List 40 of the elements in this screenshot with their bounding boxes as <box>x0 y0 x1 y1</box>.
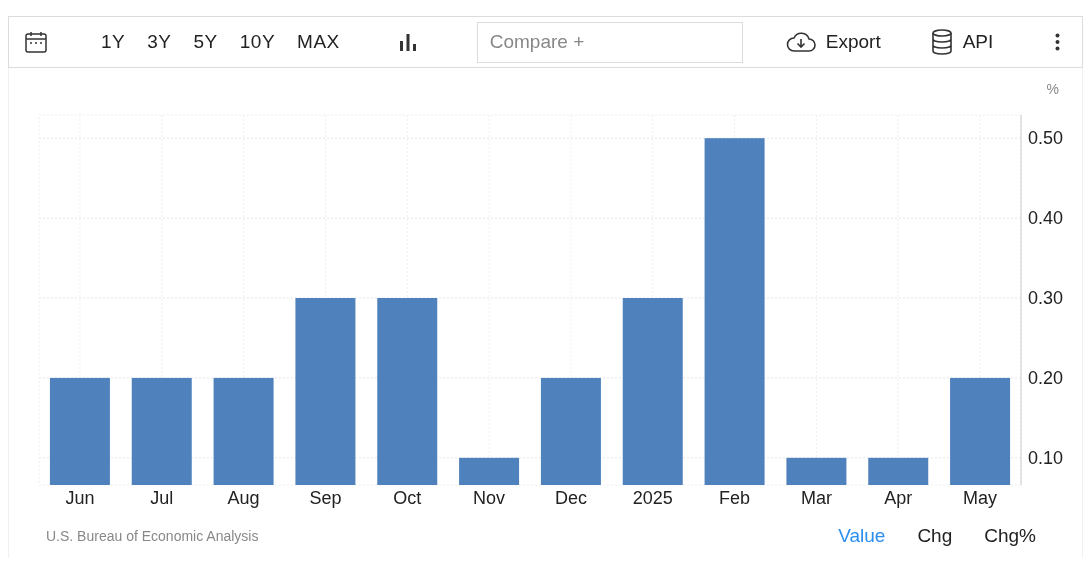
calendar-button[interactable] <box>23 29 49 55</box>
bar <box>868 457 929 485</box>
bar <box>459 457 520 485</box>
compare-field[interactable]: Compare + <box>476 21 743 63</box>
range-tab[interactable]: 5Y <box>193 27 218 57</box>
x-tick-label: Feb <box>719 488 751 508</box>
view-tab[interactable]: Chg% <box>984 522 1036 551</box>
bar-chart-icon <box>397 32 418 52</box>
x-tick-label: Oct <box>393 488 422 508</box>
range-tab[interactable]: MAX <box>297 27 340 57</box>
calendar-icon <box>24 30 48 54</box>
api-button[interactable]: API <box>930 27 994 57</box>
range-tab[interactable]: 1Y <box>101 27 126 57</box>
chart-type-button[interactable] <box>397 32 418 52</box>
unit-label: % <box>1046 81 1059 97</box>
x-tick-label: Mar <box>800 488 832 508</box>
x-tick-label: Jul <box>150 488 174 508</box>
more-icon <box>1054 33 1060 51</box>
x-tick-label: May <box>963 488 998 508</box>
database-icon <box>930 29 953 55</box>
more-menu-button[interactable] <box>1052 33 1062 51</box>
y-tick-label: 0.20 <box>1028 367 1064 388</box>
x-tick-label: Jun <box>65 488 95 508</box>
x-tick-label: Aug <box>227 488 260 508</box>
y-tick-label: 0.50 <box>1028 128 1064 149</box>
view-tab[interactable]: Chg <box>917 522 953 551</box>
source-text: U.S. Bureau of Economic Analysis <box>46 526 259 546</box>
x-tick-label: 2025 <box>632 488 673 508</box>
cloud-download-icon <box>785 31 816 53</box>
x-tick-label: Dec <box>554 488 587 508</box>
bar <box>786 457 847 485</box>
range-tab[interactable]: 3Y <box>147 27 172 57</box>
range-tab[interactable]: 10Y <box>239 27 276 57</box>
x-tick-label: Sep <box>309 488 342 508</box>
y-tick-label: 0.40 <box>1028 208 1064 229</box>
x-tick-label: Apr <box>884 488 913 508</box>
export-button[interactable]: Export <box>785 27 881 57</box>
y-tick-label: 0.10 <box>1028 447 1064 468</box>
y-tick-label: 0.30 <box>1028 288 1064 308</box>
x-tick-label: Nov <box>473 488 506 508</box>
